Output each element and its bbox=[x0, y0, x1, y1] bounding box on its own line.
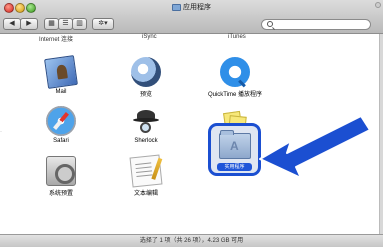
pointer-arrow-icon bbox=[259, 115, 371, 179]
forward-button[interactable]: ▶ bbox=[20, 18, 38, 30]
finder-window: 应用程序 ◀ ▶ ▦ ☰ ▥ ✲▾ Internet 连接 iSync iTun… bbox=[0, 0, 383, 247]
folder-icon bbox=[172, 3, 181, 11]
utilities-folder-label: 实用程序 bbox=[217, 163, 252, 171]
scroll-marker: · bbox=[0, 129, 2, 135]
item-label-itunes[interactable]: iTunes bbox=[228, 34, 246, 40]
status-bar: 选择了 1 项（共 26 项），4.23 GB 可用 bbox=[0, 234, 383, 247]
action-menu-button[interactable]: ✲▾ bbox=[92, 18, 114, 30]
icon-view-button[interactable]: ▦ bbox=[44, 18, 59, 30]
search-field[interactable] bbox=[261, 19, 371, 30]
scrollbar[interactable] bbox=[379, 34, 383, 234]
app-label: Safari bbox=[53, 138, 69, 144]
toolbar-toggle-button[interactable] bbox=[375, 2, 381, 8]
column-view-button[interactable]: ▥ bbox=[72, 18, 87, 30]
search-icon bbox=[267, 21, 273, 27]
title-bar: 应用程序 ◀ ▶ ▦ ☰ ▥ ✲▾ bbox=[0, 0, 383, 34]
app-label: 文本编辑 bbox=[133, 191, 158, 197]
utilities-folder-icon bbox=[219, 130, 251, 159]
app-label: 系统预置 bbox=[48, 191, 73, 197]
app-label: 预览 bbox=[139, 92, 152, 98]
preview-icon bbox=[131, 57, 161, 87]
quicktime-icon bbox=[220, 57, 250, 87]
utilities-folder-item[interactable]: 实用程序 bbox=[208, 123, 261, 176]
app-item-safari[interactable]: Safari bbox=[21, 106, 101, 144]
safari-icon bbox=[46, 106, 76, 136]
window-title-text: 应用程序 bbox=[183, 4, 211, 11]
back-button[interactable]: ◀ bbox=[3, 18, 21, 30]
item-label-internet-connect[interactable]: Internet 连接 bbox=[39, 34, 73, 43]
app-item-preview[interactable]: 预览 bbox=[106, 57, 186, 98]
sherlock-icon bbox=[131, 106, 161, 136]
app-item-mail[interactable]: Mail bbox=[21, 55, 101, 95]
mail-icon bbox=[44, 55, 78, 89]
list-view-button[interactable]: ☰ bbox=[58, 18, 73, 30]
app-item-sherlock[interactable]: Sherlock bbox=[106, 106, 186, 144]
item-label-isync[interactable]: iSync bbox=[142, 34, 157, 40]
app-label: Sherlock bbox=[134, 138, 158, 144]
app-label: QuickTime 播放程序 bbox=[207, 92, 263, 98]
app-item-system-preferences[interactable]: 系统预置 bbox=[21, 156, 101, 197]
textedit-icon bbox=[129, 154, 163, 188]
app-item-quicktime[interactable]: QuickTime 播放程序 bbox=[195, 57, 275, 98]
window-title: 应用程序 bbox=[0, 2, 383, 12]
system-preferences-icon bbox=[46, 156, 76, 186]
app-item-textedit[interactable]: 文本编辑 bbox=[106, 154, 186, 197]
app-label: Mail bbox=[55, 89, 67, 95]
